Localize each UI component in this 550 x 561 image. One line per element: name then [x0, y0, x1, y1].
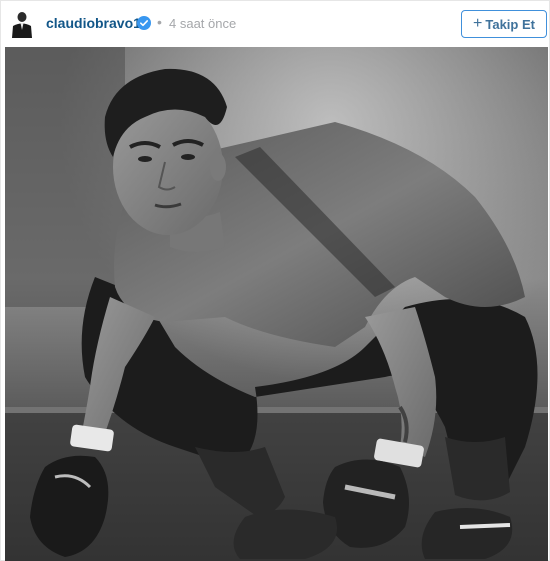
follow-button-label: Takip Et	[485, 16, 535, 32]
instagram-post: claudiobravo1 • 4 saat önce + Takip Et	[0, 0, 550, 561]
verified-badge-icon	[137, 16, 151, 30]
username-link[interactable]: claudiobravo1	[46, 15, 141, 31]
separator-dot: •	[157, 14, 162, 30]
post-timestamp[interactable]: 4 saat önce	[169, 16, 236, 31]
post-photo[interactable]	[5, 47, 548, 561]
avatar[interactable]	[10, 10, 34, 38]
post-header: claudiobravo1 • 4 saat önce + Takip Et	[1, 1, 550, 47]
follow-button[interactable]: + Takip Et	[461, 10, 547, 38]
plus-icon: +	[473, 14, 483, 32]
